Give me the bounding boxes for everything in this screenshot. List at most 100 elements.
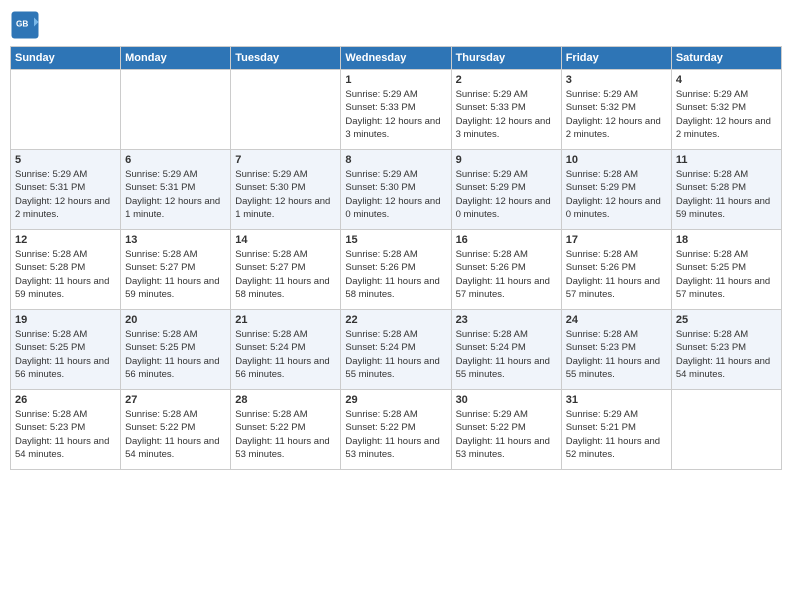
calendar-week-1: 1 Sunrise: 5:29 AMSunset: 5:33 PMDaylight…: [11, 70, 782, 150]
day-info: Sunrise: 5:28 AMSunset: 5:28 PMDaylight:…: [676, 168, 777, 221]
day-number: 18: [676, 234, 777, 246]
calendar-cell: 4 Sunrise: 5:29 AMSunset: 5:32 PMDaylight…: [671, 70, 781, 150]
calendar-cell: 6 Sunrise: 5:29 AMSunset: 5:31 PMDaylight…: [121, 150, 231, 230]
weekday-header-wednesday: Wednesday: [341, 47, 451, 70]
day-number: 4: [676, 74, 777, 86]
day-info: Sunrise: 5:28 AMSunset: 5:23 PMDaylight:…: [676, 328, 777, 381]
calendar-week-4: 19 Sunrise: 5:28 AMSunset: 5:25 PMDayligh…: [11, 310, 782, 390]
calendar-cell: 12 Sunrise: 5:28 AMSunset: 5:28 PMDayligh…: [11, 230, 121, 310]
day-number: 1: [345, 74, 446, 86]
day-number: 19: [15, 314, 116, 326]
weekday-header-tuesday: Tuesday: [231, 47, 341, 70]
day-number: 20: [125, 314, 226, 326]
day-info: Sunrise: 5:29 AMSunset: 5:33 PMDaylight:…: [345, 88, 446, 141]
calendar-cell: 22 Sunrise: 5:28 AMSunset: 5:24 PMDayligh…: [341, 310, 451, 390]
header: GB: [10, 10, 782, 40]
day-number: 30: [456, 394, 557, 406]
weekday-header-row: SundayMondayTuesdayWednesdayThursdayFrid…: [11, 47, 782, 70]
calendar-cell: 29 Sunrise: 5:28 AMSunset: 5:22 PMDayligh…: [341, 390, 451, 470]
day-number: 26: [15, 394, 116, 406]
day-number: 23: [456, 314, 557, 326]
day-info: Sunrise: 5:28 AMSunset: 5:23 PMDaylight:…: [566, 328, 667, 381]
calendar-cell: 20 Sunrise: 5:28 AMSunset: 5:25 PMDayligh…: [121, 310, 231, 390]
day-number: 21: [235, 314, 336, 326]
day-info: Sunrise: 5:28 AMSunset: 5:24 PMDaylight:…: [456, 328, 557, 381]
calendar-cell: 14 Sunrise: 5:28 AMSunset: 5:27 PMDayligh…: [231, 230, 341, 310]
weekday-header-thursday: Thursday: [451, 47, 561, 70]
calendar-cell: 26 Sunrise: 5:28 AMSunset: 5:23 PMDayligh…: [11, 390, 121, 470]
calendar-cell: 17 Sunrise: 5:28 AMSunset: 5:26 PMDayligh…: [561, 230, 671, 310]
day-number: 14: [235, 234, 336, 246]
day-number: 27: [125, 394, 226, 406]
weekday-header-friday: Friday: [561, 47, 671, 70]
day-info: Sunrise: 5:29 AMSunset: 5:32 PMDaylight:…: [676, 88, 777, 141]
calendar-cell: 16Sunrise: 5:28 AMSunset: 5:26 PMDayligh…: [451, 230, 561, 310]
calendar-cell: 31 Sunrise: 5:29 AMSunset: 5:21 PMDayligh…: [561, 390, 671, 470]
calendar-cell: [121, 70, 231, 150]
calendar-cell: 7Sunrise: 5:29 AMSunset: 5:30 PMDaylight…: [231, 150, 341, 230]
calendar-cell: 19 Sunrise: 5:28 AMSunset: 5:25 PMDayligh…: [11, 310, 121, 390]
calendar-week-2: 5 Sunrise: 5:29 AMSunset: 5:31 PMDaylight…: [11, 150, 782, 230]
calendar-cell: 15 Sunrise: 5:28 AMSunset: 5:26 PMDayligh…: [341, 230, 451, 310]
day-info: Sunrise: 5:29 AMSunset: 5:32 PMDaylight:…: [566, 88, 667, 141]
weekday-header-monday: Monday: [121, 47, 231, 70]
day-info: Sunrise: 5:28 AMSunset: 5:25 PMDaylight:…: [125, 328, 226, 381]
day-number: 28: [235, 394, 336, 406]
calendar-cell: [231, 70, 341, 150]
calendar-cell: 11Sunrise: 5:28 AMSunset: 5:28 PMDayligh…: [671, 150, 781, 230]
day-number: 2: [456, 74, 557, 86]
calendar-cell: 25 Sunrise: 5:28 AMSunset: 5:23 PMDayligh…: [671, 310, 781, 390]
day-info: Sunrise: 5:28 AMSunset: 5:22 PMDaylight:…: [125, 408, 226, 461]
day-number: 15: [345, 234, 446, 246]
day-info: Sunrise: 5:29 AMSunset: 5:29 PMDaylight:…: [456, 168, 557, 221]
day-info: Sunrise: 5:29 AMSunset: 5:22 PMDaylight:…: [456, 408, 557, 461]
day-number: 7: [235, 154, 336, 166]
day-number: 12: [15, 234, 116, 246]
day-number: 24: [566, 314, 667, 326]
logo: GB: [10, 10, 44, 40]
weekday-header-saturday: Saturday: [671, 47, 781, 70]
day-info: Sunrise: 5:28 AMSunset: 5:23 PMDaylight:…: [15, 408, 116, 461]
day-number: 16: [456, 234, 557, 246]
day-info: Sunrise: 5:28 AMSunset: 5:24 PMDaylight:…: [235, 328, 336, 381]
day-info: Sunrise: 5:28 AMSunset: 5:26 PMDaylight:…: [566, 248, 667, 301]
day-info: Sunrise: 5:28 AMSunset: 5:25 PMDaylight:…: [676, 248, 777, 301]
day-number: 25: [676, 314, 777, 326]
day-number: 22: [345, 314, 446, 326]
calendar-cell: 1 Sunrise: 5:29 AMSunset: 5:33 PMDaylight…: [341, 70, 451, 150]
day-number: 6: [125, 154, 226, 166]
day-info: Sunrise: 5:28 AMSunset: 5:22 PMDaylight:…: [235, 408, 336, 461]
day-info: Sunrise: 5:28 AMSunset: 5:26 PMDaylight:…: [345, 248, 446, 301]
day-number: 5: [15, 154, 116, 166]
calendar-cell: 5Sunrise: 5:29 AMSunset: 5:31 PMDaylight…: [11, 150, 121, 230]
calendar-cell: 3Sunrise: 5:29 AMSunset: 5:32 PMDaylight…: [561, 70, 671, 150]
day-info: Sunrise: 5:28 AMSunset: 5:27 PMDaylight:…: [125, 248, 226, 301]
day-number: 17: [566, 234, 667, 246]
calendar-cell: 18 Sunrise: 5:28 AMSunset: 5:25 PMDayligh…: [671, 230, 781, 310]
day-info: Sunrise: 5:28 AMSunset: 5:27 PMDaylight:…: [235, 248, 336, 301]
day-number: 31: [566, 394, 667, 406]
logo-icon: GB: [10, 10, 40, 40]
day-info: Sunrise: 5:28 AMSunset: 5:29 PMDaylight:…: [566, 168, 667, 221]
calendar-cell: 23 Sunrise: 5:28 AMSunset: 5:24 PMDayligh…: [451, 310, 561, 390]
calendar-cell: 28 Sunrise: 5:28 AMSunset: 5:22 PMDayligh…: [231, 390, 341, 470]
calendar-cell: 27 Sunrise: 5:28 AMSunset: 5:22 PMDayligh…: [121, 390, 231, 470]
calendar-cell: 9 Sunrise: 5:29 AMSunset: 5:29 PMDaylight…: [451, 150, 561, 230]
calendar-cell: [11, 70, 121, 150]
day-info: Sunrise: 5:29 AMSunset: 5:21 PMDaylight:…: [566, 408, 667, 461]
calendar-week-5: 26 Sunrise: 5:28 AMSunset: 5:23 PMDayligh…: [11, 390, 782, 470]
day-number: 8: [345, 154, 446, 166]
day-number: 29: [345, 394, 446, 406]
day-info: Sunrise: 5:28 AMSunset: 5:28 PMDaylight:…: [15, 248, 116, 301]
day-info: Sunrise: 5:28 AMSunset: 5:22 PMDaylight:…: [345, 408, 446, 461]
calendar-cell: 13Sunrise: 5:28 AMSunset: 5:27 PMDayligh…: [121, 230, 231, 310]
calendar-week-3: 12 Sunrise: 5:28 AMSunset: 5:28 PMDayligh…: [11, 230, 782, 310]
calendar-cell: 21 Sunrise: 5:28 AMSunset: 5:24 PMDayligh…: [231, 310, 341, 390]
day-info: Sunrise: 5:29 AMSunset: 5:31 PMDaylight:…: [125, 168, 226, 221]
calendar-cell: 30 Sunrise: 5:29 AMSunset: 5:22 PMDayligh…: [451, 390, 561, 470]
day-number: 9: [456, 154, 557, 166]
day-info: Sunrise: 5:28 AMSunset: 5:25 PMDaylight:…: [15, 328, 116, 381]
day-info: Sunrise: 5:28 AMSunset: 5:24 PMDaylight:…: [345, 328, 446, 381]
calendar-cell: 24 Sunrise: 5:28 AMSunset: 5:23 PMDayligh…: [561, 310, 671, 390]
calendar-cell: 10Sunrise: 5:28 AMSunset: 5:29 PMDayligh…: [561, 150, 671, 230]
